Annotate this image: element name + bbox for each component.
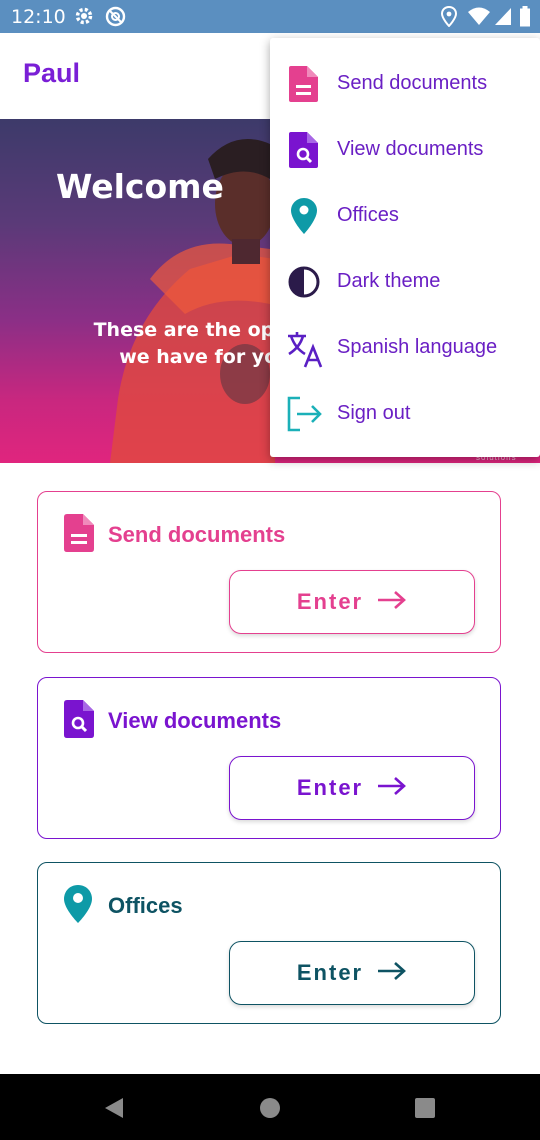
card-title: Offices — [108, 893, 183, 918]
location-icon — [440, 5, 458, 32]
battery-icon — [519, 6, 531, 32]
card-title: View documents — [108, 708, 282, 733]
sync-blocked-icon — [105, 6, 126, 32]
menu-item-label: Spanish language — [337, 336, 498, 358]
menu-item-view-documents[interactable]: View documents — [270, 116, 540, 182]
back-icon[interactable] — [103, 1097, 125, 1124]
document-icon — [64, 514, 94, 557]
user-name: Paul — [23, 58, 81, 88]
document-icon — [286, 66, 322, 102]
menu-item-label: Dark theme — [337, 270, 441, 292]
send-documents-enter-button[interactable]: Enter — [229, 570, 475, 634]
enter-label: Enter — [296, 960, 364, 985]
view-documents-enter-button[interactable]: Enter — [229, 756, 475, 820]
document-search-icon — [286, 132, 322, 168]
document-search-icon — [64, 700, 94, 743]
sign-out-icon — [286, 396, 322, 432]
menu-item-offices[interactable]: Offices — [270, 182, 540, 248]
menu-item-sign-out[interactable]: Sign out — [270, 380, 540, 446]
recents-icon[interactable] — [415, 1098, 435, 1123]
status-time: 12:10 — [11, 6, 66, 28]
menu-item-send-documents[interactable]: Send documents — [270, 50, 540, 116]
status-bar: 12:10 — [0, 0, 540, 33]
settings-icon — [74, 6, 94, 31]
overflow-menu: Send documents View documents Offices Da… — [270, 38, 540, 457]
wifi-icon — [467, 6, 491, 31]
welcome-heading: Welcome — [56, 167, 224, 206]
arrow-right-icon — [377, 776, 407, 801]
arrow-right-icon — [377, 590, 407, 615]
offices-card: Offices Enter — [37, 862, 501, 1024]
enter-label: Enter — [296, 775, 364, 800]
menu-item-spanish-language[interactable]: Spanish language — [270, 314, 540, 380]
system-navigation-bar — [0, 1074, 540, 1140]
menu-item-label: Sign out — [337, 402, 411, 424]
offices-enter-button[interactable]: Enter — [229, 941, 475, 1005]
location-pin-icon — [64, 885, 92, 928]
signal-icon — [494, 6, 512, 31]
translate-icon — [286, 330, 323, 368]
enter-label: Enter — [296, 589, 364, 614]
contrast-icon — [286, 264, 322, 300]
menu-item-label: Offices — [337, 204, 399, 226]
arrow-right-icon — [377, 961, 407, 986]
menu-item-label: View documents — [337, 138, 484, 160]
menu-item-label: Send documents — [337, 72, 488, 94]
view-documents-card: View documents Enter — [37, 677, 501, 839]
send-documents-card: Send documents Enter — [37, 491, 501, 653]
location-pin-icon — [286, 198, 322, 234]
menu-item-dark-theme[interactable]: Dark theme — [270, 248, 540, 314]
home-icon[interactable] — [259, 1097, 281, 1124]
card-title: Send documents — [108, 522, 286, 547]
